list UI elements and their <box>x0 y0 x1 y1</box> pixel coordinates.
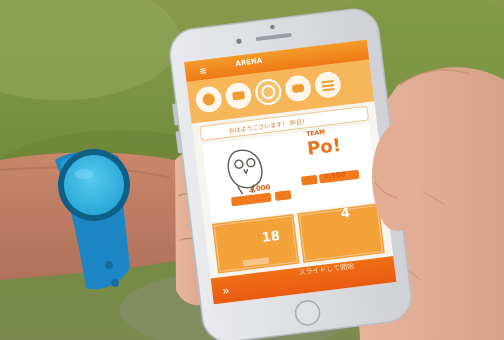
photo-illustration: ≡ » <box>0 0 504 340</box>
rank-value: 4 <box>340 205 351 222</box>
days-left-value: 18 <box>261 228 281 246</box>
photo-scene: ≡ » ARENA おはようございます！ 昨日！ TEAM Po! 3,000 … <box>0 0 504 340</box>
svg-text:≡: ≡ <box>199 66 208 77</box>
team-name: Po! <box>306 134 343 160</box>
